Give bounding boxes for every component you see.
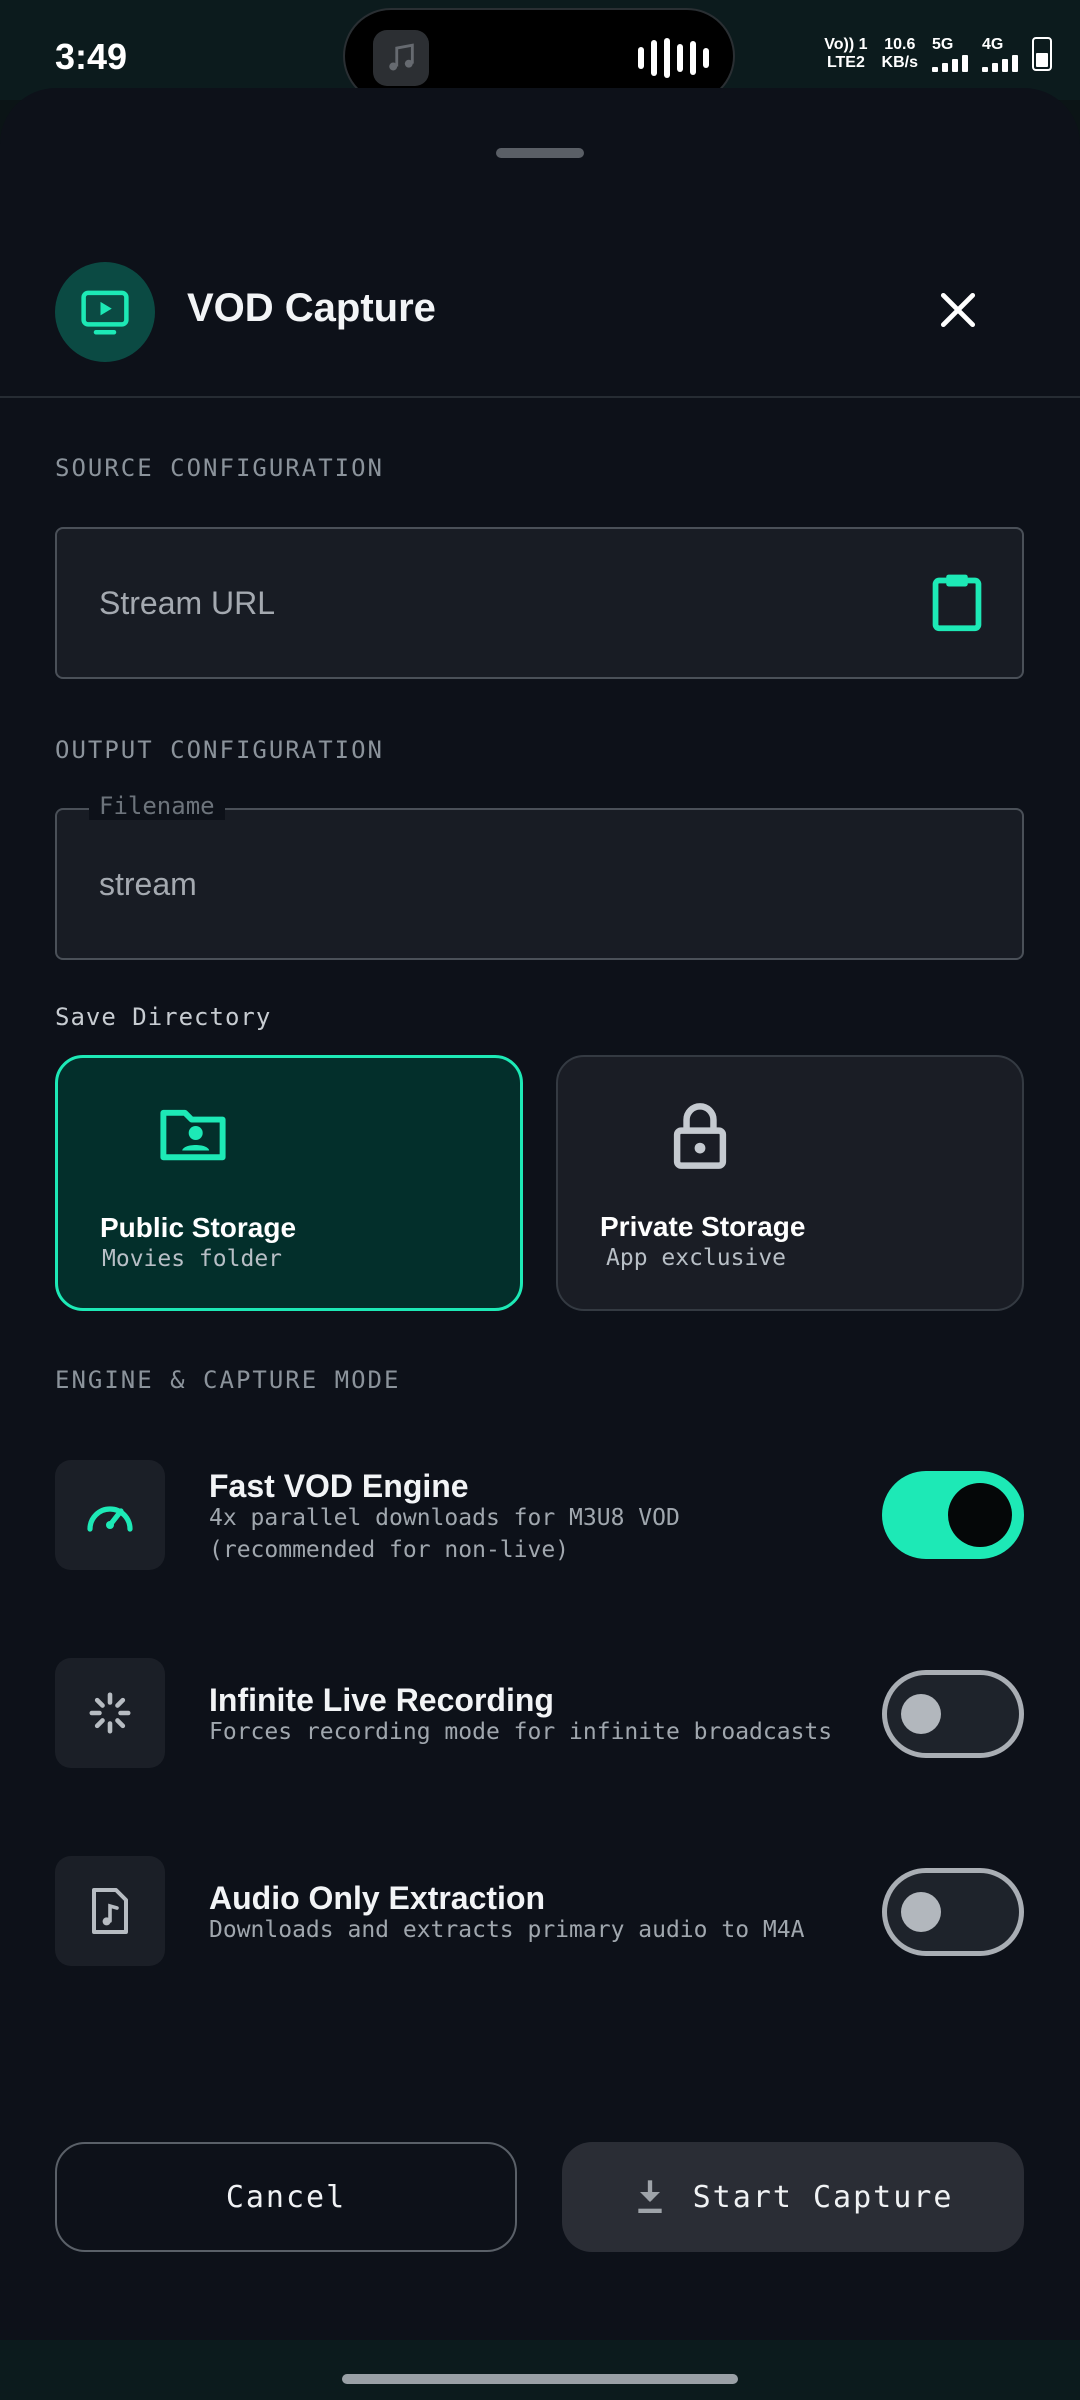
navigation-bar — [0, 2340, 1080, 2400]
signal-bars-icon — [982, 54, 1018, 72]
filename-label: Filename — [89, 792, 225, 820]
signal-4g: 4G — [982, 36, 1018, 72]
page-title: VOD Capture — [187, 286, 436, 330]
infinite-live-recording-toggle[interactable] — [882, 1670, 1024, 1758]
filename-value: stream — [99, 866, 197, 902]
volte-bottom-text: LTE2 — [826, 54, 865, 71]
signal-5g: 5G — [932, 36, 968, 72]
battery-icon — [1032, 37, 1052, 71]
filename-input[interactable]: Filename stream — [55, 792, 1024, 960]
volte-top-text: Vo)) 1 — [824, 36, 868, 53]
private-storage-option[interactable]: Private Storage App exclusive — [556, 1055, 1024, 1311]
close-button[interactable] — [918, 270, 998, 350]
volte-indicator: Vo)) 1 LTE2 — [824, 36, 867, 72]
signal-bars-icon — [932, 54, 968, 72]
fast-vod-engine-toggle[interactable] — [882, 1471, 1024, 1559]
private-storage-desc: App exclusive — [606, 1245, 787, 1271]
paste-button[interactable] — [928, 571, 986, 638]
folder-user-icon — [158, 1102, 228, 1169]
save-directory-label: Save Directory — [55, 1003, 272, 1031]
toggle-knob — [901, 1892, 941, 1932]
audio-only-extraction-toggle[interactable] — [882, 1868, 1024, 1956]
toggle-knob — [948, 1483, 1012, 1547]
audio-only-extraction-title: Audio Only Extraction — [209, 1880, 546, 1916]
start-capture-button[interactable]: Start Capture — [562, 2142, 1024, 2252]
output-section-label: OUTPUT CONFIGURATION — [55, 736, 384, 764]
close-icon — [940, 292, 976, 328]
fast-vod-engine-title: Fast VOD Engine — [209, 1468, 469, 1504]
lock-icon — [670, 1101, 730, 1176]
speed-unit: KB/s — [881, 54, 918, 71]
clipboard-icon — [932, 574, 982, 632]
system-indicators: Vo)) 1 LTE2 10.6 KB/s 5G 4G — [824, 36, 1052, 72]
audio-only-extraction-desc: Downloads and extracts primary audio to … — [209, 1917, 805, 1943]
cancel-button[interactable]: Cancel — [55, 2142, 517, 2252]
loading-spinner-icon — [55, 1658, 165, 1768]
engine-section-label: ENGINE & CAPTURE MODE — [55, 1366, 401, 1394]
public-storage-option[interactable]: Public Storage Movies folder — [55, 1055, 523, 1311]
home-gesture-handle[interactable] — [342, 2374, 738, 2384]
music-file-icon — [55, 1856, 165, 1966]
music-app-icon[interactable] — [373, 30, 429, 86]
speedometer-icon — [55, 1460, 165, 1570]
network-speed: 10.6 KB/s — [882, 36, 918, 72]
toggle-knob — [901, 1694, 941, 1734]
header-divider — [0, 396, 1080, 398]
public-storage-desc: Movies folder — [102, 1246, 283, 1272]
infinite-live-recording-desc: Forces recording mode for infinite broad… — [209, 1719, 833, 1745]
infinite-live-recording-title: Infinite Live Recording — [209, 1682, 554, 1718]
speed-value: 10.6 — [884, 36, 916, 53]
net-type-4g: 4G — [982, 36, 1004, 53]
tv-icon — [55, 262, 155, 362]
fast-vod-engine-desc: 4x parallel downloads for M3U8 VOD (reco… — [209, 1505, 680, 1563]
status-time: 3:49 — [55, 36, 128, 77]
stream-url-input[interactable]: Stream URL — [55, 527, 1024, 679]
download-icon — [637, 2180, 662, 2213]
public-storage-name: Public Storage — [100, 1212, 297, 1243]
private-storage-name: Private Storage — [600, 1211, 806, 1242]
cancel-button-label: Cancel — [225, 2179, 347, 2215]
audio-waveform-icon — [638, 38, 709, 78]
start-capture-label: Start Capture — [692, 2179, 954, 2215]
status-bar: 3:49 Vo)) 1 LTE2 10.6 KB/s 5G 4G — [0, 0, 1080, 104]
drag-handle[interactable] — [496, 148, 584, 158]
source-section-label: SOURCE CONFIGURATION — [55, 454, 384, 482]
stream-url-placeholder: Stream URL — [99, 585, 276, 621]
net-type-5g: 5G — [932, 36, 954, 53]
